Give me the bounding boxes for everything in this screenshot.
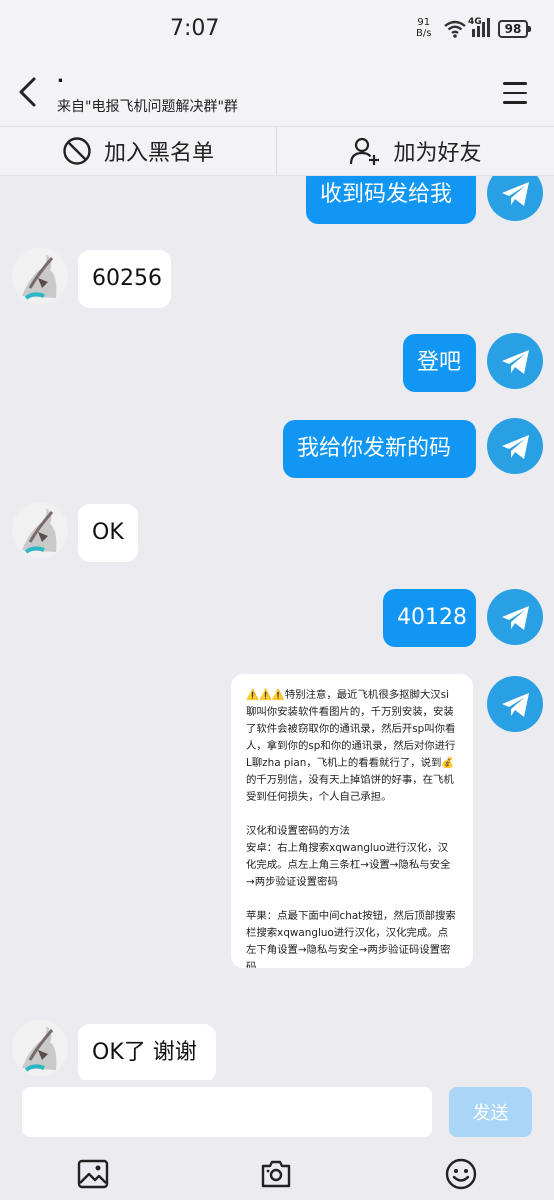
- network-rate-unit: B/s: [416, 28, 432, 39]
- network-rate: 91 B/s: [416, 17, 431, 39]
- chat-title: .: [57, 66, 64, 87]
- wifi-icon: [444, 20, 466, 38]
- avatar[interactable]: [12, 248, 68, 304]
- chevron-left-icon[interactable]: [14, 76, 42, 108]
- add-friend-button[interactable]: 加为好友: [277, 127, 554, 175]
- block-label: 加入黑名单: [103, 141, 214, 166]
- block-button[interactable]: 加入黑名单: [0, 127, 276, 175]
- notice-message[interactable]: ⚠️⚠️⚠️特别注意，最近飞机很多抠脚大汉si聊叫你安装软件看图片的，千万别安装…: [231, 674, 473, 968]
- battery-indicator: 98: [498, 20, 531, 38]
- telegram-icon[interactable]: [487, 676, 543, 732]
- message-bubble-incoming[interactable]: 60256: [78, 250, 171, 308]
- network-rate-value: 91: [417, 17, 431, 28]
- message-bubble-outgoing[interactable]: 收到码发给我: [306, 176, 476, 224]
- message-bubble-incoming[interactable]: OK了 谢谢: [78, 1024, 216, 1080]
- message-list[interactable]: 收到码发给我 60256 登吧 我给你发新的码 OK 40128 ⚠️⚠️⚠️特…: [0, 176, 554, 1080]
- telegram-icon[interactable]: [487, 589, 543, 645]
- composer: 发送: [0, 1080, 554, 1200]
- notice-warning: ⚠️⚠️⚠️特别注意，最近飞机很多抠脚大汉si聊叫你安装软件看图片的，千万别安装…: [246, 689, 456, 803]
- emoji-icon[interactable]: [444, 1157, 478, 1191]
- hamburger-icon[interactable]: [503, 82, 527, 104]
- avatar[interactable]: [12, 502, 68, 558]
- message-bubble-incoming[interactable]: OK: [78, 504, 138, 562]
- notice-ios: 苹果：点最下面中间chat按钮，然后顶部搜索栏搜索xqwangluo进行汉化，汉…: [246, 910, 456, 968]
- status-bar: 7:07 91 B/s 4G 98: [0, 0, 554, 62]
- add-user-icon: [350, 137, 380, 165]
- send-button[interactable]: 发送: [449, 1087, 532, 1137]
- notice-method-title: 汉化和设置密码的方法: [246, 825, 350, 837]
- message-bubble-outgoing[interactable]: 40128: [383, 589, 476, 647]
- status-time: 7:07: [170, 16, 220, 41]
- chat-subtitle: 来自"电报飞机问题解决群"群: [57, 99, 238, 115]
- telegram-icon[interactable]: [487, 333, 543, 389]
- action-bar: 加入黑名单 加为好友: [0, 126, 554, 176]
- message-input[interactable]: [22, 1087, 432, 1137]
- chat-header: . 来自"电报飞机问题解决群"群: [0, 62, 554, 126]
- add-friend-label: 加为好友: [393, 141, 482, 166]
- image-icon[interactable]: [76, 1157, 110, 1191]
- telegram-icon[interactable]: [487, 176, 543, 221]
- notice-android: 安卓：右上角搜索xqwangluo进行汉化，汉化完成。点左上角三条杠→设置→隐私…: [246, 842, 451, 888]
- avatar[interactable]: [12, 1020, 68, 1076]
- message-bubble-outgoing[interactable]: 我给你发新的码: [283, 420, 476, 478]
- camera-icon[interactable]: [259, 1157, 293, 1191]
- message-bubble-outgoing[interactable]: 登吧: [403, 334, 476, 392]
- block-icon: [63, 137, 91, 165]
- telegram-icon[interactable]: [487, 418, 543, 474]
